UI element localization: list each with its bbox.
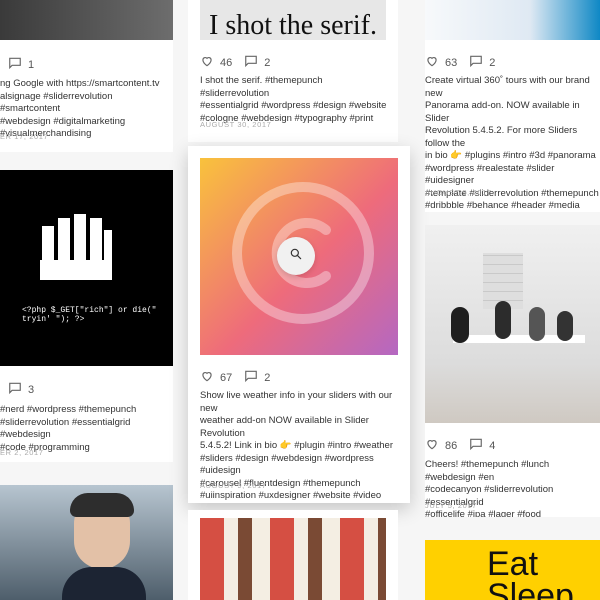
comment-count: 2 xyxy=(264,371,271,384)
heart-icon[interactable] xyxy=(425,54,439,71)
like-count: 46 xyxy=(220,56,233,69)
post-card[interactable]: 86 4 Cheers! #themepunch #lunch #webdesi… xyxy=(425,225,600,517)
post-date: JULY 5, 2017 xyxy=(425,501,477,510)
search-icon xyxy=(289,247,303,266)
eat-sleep-title: Eat Sleep xyxy=(487,545,574,600)
post-image xyxy=(425,0,600,40)
comment-count: 2 xyxy=(264,56,271,69)
post-card[interactable]: <?php $_GET["rich"] or die(" tryin' "); … xyxy=(0,170,173,462)
post-card[interactable]: 67 2 Show live weather info in your slid… xyxy=(188,146,410,503)
comment-count: 1 xyxy=(28,58,35,71)
heart-icon[interactable] xyxy=(200,54,214,71)
post-date: AUGUST 9, 2017 xyxy=(200,481,267,490)
comment-icon[interactable] xyxy=(244,54,258,71)
serif-headline: I shot the serif. xyxy=(209,10,377,40)
like-count: 86 xyxy=(445,439,458,452)
comment-icon xyxy=(8,381,22,398)
post-image: I shot the serif. xyxy=(200,0,386,40)
post-card[interactable]: 1 ng Google with https://smartcontent.tv… xyxy=(0,0,173,152)
search-button[interactable] xyxy=(277,237,315,275)
comment-count: 4 xyxy=(489,439,496,452)
post-card[interactable]: Eat Sleep xyxy=(425,540,600,600)
post-date: ER 2, 2017 xyxy=(0,448,44,457)
post-card[interactable] xyxy=(0,485,173,600)
comment-icon[interactable] xyxy=(469,54,483,71)
heart-icon[interactable] xyxy=(425,437,439,454)
post-date: AUGUST 30, 2017 xyxy=(200,120,272,129)
post-date: AUGUST 9, 2017 xyxy=(425,188,492,197)
post-caption: I shot the serif. #themepunch #sliderrev… xyxy=(200,75,387,124)
post-card[interactable]: 63 2 Create virtual 360˚ tours with our … xyxy=(425,0,600,212)
post-date: ER 17, 2017 xyxy=(0,132,49,141)
post-image: <?php $_GET["rich"] or die(" tryin' "); … xyxy=(0,170,173,366)
comment-icon[interactable] xyxy=(469,437,483,454)
post-card[interactable] xyxy=(188,510,398,600)
comment-count: 2 xyxy=(489,56,496,69)
like-count: 63 xyxy=(445,56,458,69)
post-caption: #nerd #wordpress #themepunch #sliderrevo… xyxy=(0,404,137,453)
post-image xyxy=(425,225,600,423)
post-image xyxy=(0,0,173,40)
comment-count: 3 xyxy=(28,383,35,396)
post-image xyxy=(200,518,386,600)
heart-icon[interactable] xyxy=(200,369,214,386)
post-image: Eat Sleep xyxy=(425,540,600,600)
like-count: 67 xyxy=(220,371,233,384)
comment-icon xyxy=(8,56,22,73)
post-card[interactable]: I shot the serif. 46 2 I shot the serif.… xyxy=(188,0,398,142)
comment-icon[interactable] xyxy=(244,369,258,386)
code-text: <?php $_GET["rich"] or die(" tryin' "); … xyxy=(22,306,157,324)
post-image xyxy=(0,485,173,600)
